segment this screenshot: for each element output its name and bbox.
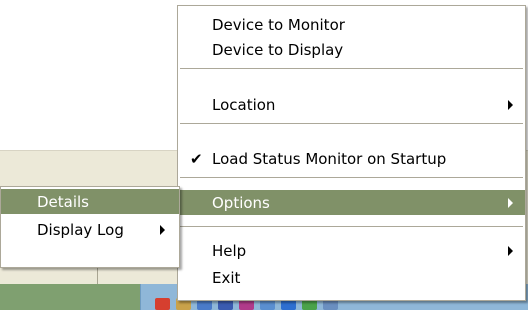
- submenu-item-label: Display Log: [37, 220, 124, 239]
- menu-separator: [180, 226, 523, 227]
- chevron-right-icon: [508, 245, 513, 256]
- menu-separator: [180, 177, 523, 178]
- menu-item-exit[interactable]: Exit: [178, 265, 525, 290]
- menu-item-device-to-monitor[interactable]: Device to Monitor: [178, 12, 525, 37]
- menu-item-label: Options: [212, 193, 270, 212]
- context-menu: Device to Monitor Device to Display Loca…: [177, 5, 526, 301]
- tray-app-icon[interactable]: [155, 298, 170, 310]
- check-icon: ✔: [190, 149, 203, 168]
- menu-item-label: Device to Monitor: [212, 15, 345, 34]
- taskbar-button[interactable]: [0, 284, 141, 310]
- menu-separator: [180, 123, 523, 124]
- submenu-item-details[interactable]: Details: [1, 189, 179, 214]
- menu-item-label: Load Status Monitor on Startup: [212, 149, 447, 168]
- menu-item-location[interactable]: Location: [178, 92, 525, 117]
- menu-item-device-to-display[interactable]: Device to Display: [178, 37, 525, 62]
- menu-item-label: Device to Display: [212, 40, 344, 59]
- chevron-right-icon: [508, 99, 513, 110]
- submenu-item-display-log[interactable]: Display Log: [1, 217, 179, 242]
- menu-item-load-status-monitor[interactable]: ✔ Load Status Monitor on Startup: [178, 146, 525, 171]
- menu-separator: [180, 68, 523, 69]
- menu-item-label: Exit: [212, 268, 241, 287]
- options-submenu: Details Display Log: [0, 186, 180, 268]
- chevron-right-icon: [160, 224, 165, 235]
- chevron-right-icon: [508, 197, 513, 208]
- menu-item-label: Help: [212, 241, 247, 260]
- submenu-item-label: Details: [37, 192, 90, 211]
- menu-item-help[interactable]: Help: [178, 238, 525, 263]
- menu-item-label: Location: [212, 95, 276, 114]
- menu-item-options[interactable]: Options: [178, 190, 525, 215]
